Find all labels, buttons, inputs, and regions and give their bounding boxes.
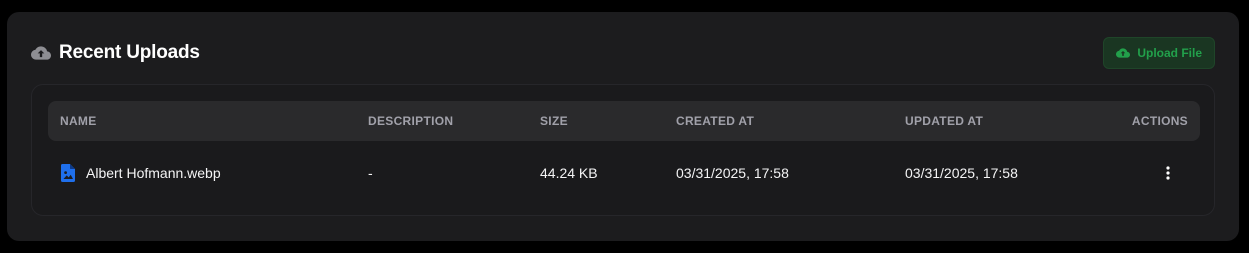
column-header-created-at[interactable]: CREATED AT [676,101,754,141]
upload-file-button[interactable]: Upload File [1103,37,1215,69]
cloud-upload-icon [1116,46,1131,60]
more-vertical-icon[interactable] [1158,161,1178,185]
column-header-name[interactable]: NAME [60,101,97,141]
title-group: Recent Uploads [31,42,200,64]
cell-created-at: 03/31/2025, 17:58 [676,165,789,181]
cell-name[interactable]: Albert Hofmann.webp [60,149,221,197]
cell-size: 44.24 KB [540,165,598,181]
cell-updated-at: 03/31/2025, 17:58 [905,165,1018,181]
table-header-row: NAME DESCRIPTION SIZE CREATED AT UPDATED… [48,101,1200,141]
recent-uploads-card: Recent Uploads Upload File NAME DESCRIPT… [7,12,1239,241]
column-header-actions: ACTIONS [1131,114,1188,128]
file-name[interactable]: Albert Hofmann.webp [86,165,221,181]
cloud-upload-icon [31,43,51,63]
column-header-size[interactable]: SIZE [540,101,568,141]
image-file-icon [60,164,76,182]
cell-actions [1158,149,1178,197]
cell-description: - [368,165,373,181]
uploads-table: NAME DESCRIPTION SIZE CREATED AT UPDATED… [31,84,1215,216]
table-row[interactable]: Albert Hofmann.webp - 44.24 KB 03/31/202… [48,149,1200,197]
upload-file-label: Upload File [1137,46,1202,60]
page-title: Recent Uploads [59,42,200,63]
column-header-description[interactable]: DESCRIPTION [368,101,453,141]
card-header: Recent Uploads Upload File [31,37,1215,69]
column-header-updated-at[interactable]: UPDATED AT [905,101,983,141]
